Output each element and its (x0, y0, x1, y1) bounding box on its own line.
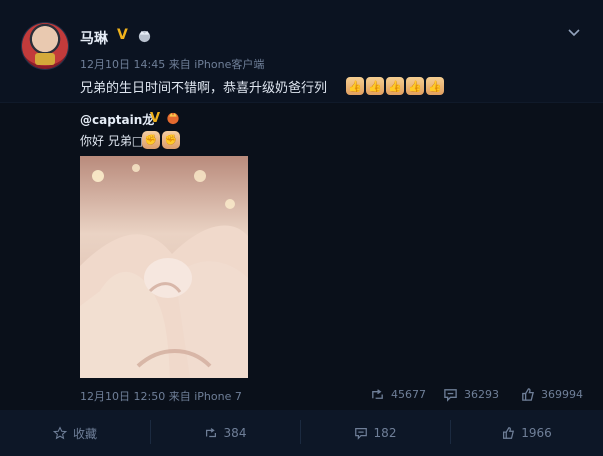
repost-meta: 12月10日 12:50 来自 iPhone 7 (80, 388, 242, 404)
repost-likes-count: 369994 (541, 387, 583, 401)
repost-photo[interactable] (80, 156, 248, 378)
repost-likes[interactable]: 369994 (520, 386, 583, 402)
author-avatar[interactable] (22, 23, 68, 69)
repost-button[interactable]: 384 (150, 411, 300, 455)
like-button[interactable]: 1966 (450, 411, 603, 455)
fist-icon: ✊ (142, 131, 160, 149)
repost-comments[interactable]: 36293 (443, 386, 499, 402)
weibo-post-card: 马琳 V 12月10日 14:45 来自 iPhone客户端 兄弟的生日时间不错… (0, 0, 603, 456)
crown-icon (138, 30, 151, 43)
repost-source-prefix: 来自 (168, 390, 191, 403)
repost-author[interactable]: @captain龙 (80, 111, 154, 128)
repost-time[interactable]: 12月10日 12:50 (80, 390, 165, 403)
thumbs-up-icon: 👍 (386, 77, 404, 95)
post-time[interactable]: 12月10日 14:45 (80, 58, 165, 71)
medal-image (35, 53, 55, 65)
post-emojis: 👍 👍 👍 👍 👍 (346, 77, 444, 95)
verified-icon: V (117, 27, 128, 43)
thumbs-up-icon: 👍 (346, 77, 364, 95)
repost-comments-count: 36293 (464, 387, 499, 401)
post-meta: 12月10日 14:45 来自 iPhone客户端 (80, 56, 264, 72)
repost-source: iPhone 7 (194, 390, 242, 403)
favorite-label: 收藏 (72, 426, 97, 441)
fist-icon: ✊ (162, 131, 180, 149)
favorite-button[interactable]: 收藏 (0, 411, 150, 455)
post-text: 兄弟的生日时间不错啊，恭喜升级奶爸行列 (80, 81, 328, 96)
repost-reposts[interactable]: 45677 (370, 386, 426, 402)
repost-verified-icon: V (150, 111, 161, 126)
reposts-count: 384 (223, 426, 247, 440)
post-source: iPhone客户端 (194, 58, 265, 71)
like-icon (522, 387, 534, 401)
repost-badge-icon (167, 112, 179, 125)
share-icon (205, 428, 216, 438)
comment-icon (354, 428, 367, 440)
repost-emojis: ✊ ✊ (142, 131, 180, 149)
comment-button[interactable]: 182 (300, 411, 450, 455)
author-name[interactable]: 马琳 (80, 28, 108, 48)
thumbs-up-icon: 👍 (366, 77, 384, 95)
chevron-down-icon[interactable] (566, 24, 582, 40)
repost-share-icon (372, 388, 383, 399)
thumbs-up-icon: 👍 (426, 77, 444, 95)
repost-text: 你好 兄弟□ (80, 134, 144, 148)
like-icon (503, 427, 515, 439)
star-icon (52, 426, 67, 440)
post-source-prefix: 来自 (168, 58, 191, 71)
comment-icon (444, 388, 457, 402)
thumbs-up-icon: 👍 (406, 77, 424, 95)
repost-photo-image (80, 156, 248, 378)
likes-count: 1966 (521, 426, 552, 440)
comments-count: 182 (373, 426, 397, 440)
repost-reposts-count: 45677 (391, 387, 426, 401)
